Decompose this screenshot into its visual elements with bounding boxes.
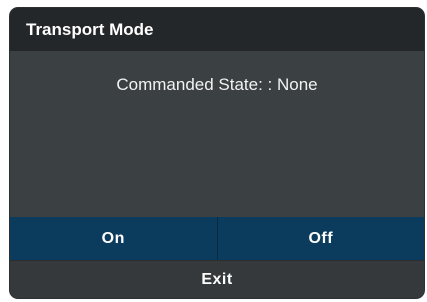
on-button[interactable]: On	[10, 217, 217, 260]
transport-mode-dialog: Transport Mode Commanded State: : None O…	[10, 8, 424, 298]
dialog-title: Transport Mode	[26, 19, 154, 39]
commanded-state-text: Commanded State: : None	[116, 75, 318, 94]
dialog-body: Commanded State: : None	[10, 51, 424, 217]
dialog-title-bar: Transport Mode	[10, 8, 424, 51]
exit-button[interactable]: Exit	[10, 260, 424, 298]
on-off-button-row: On Off	[10, 217, 424, 260]
off-button[interactable]: Off	[217, 217, 424, 260]
